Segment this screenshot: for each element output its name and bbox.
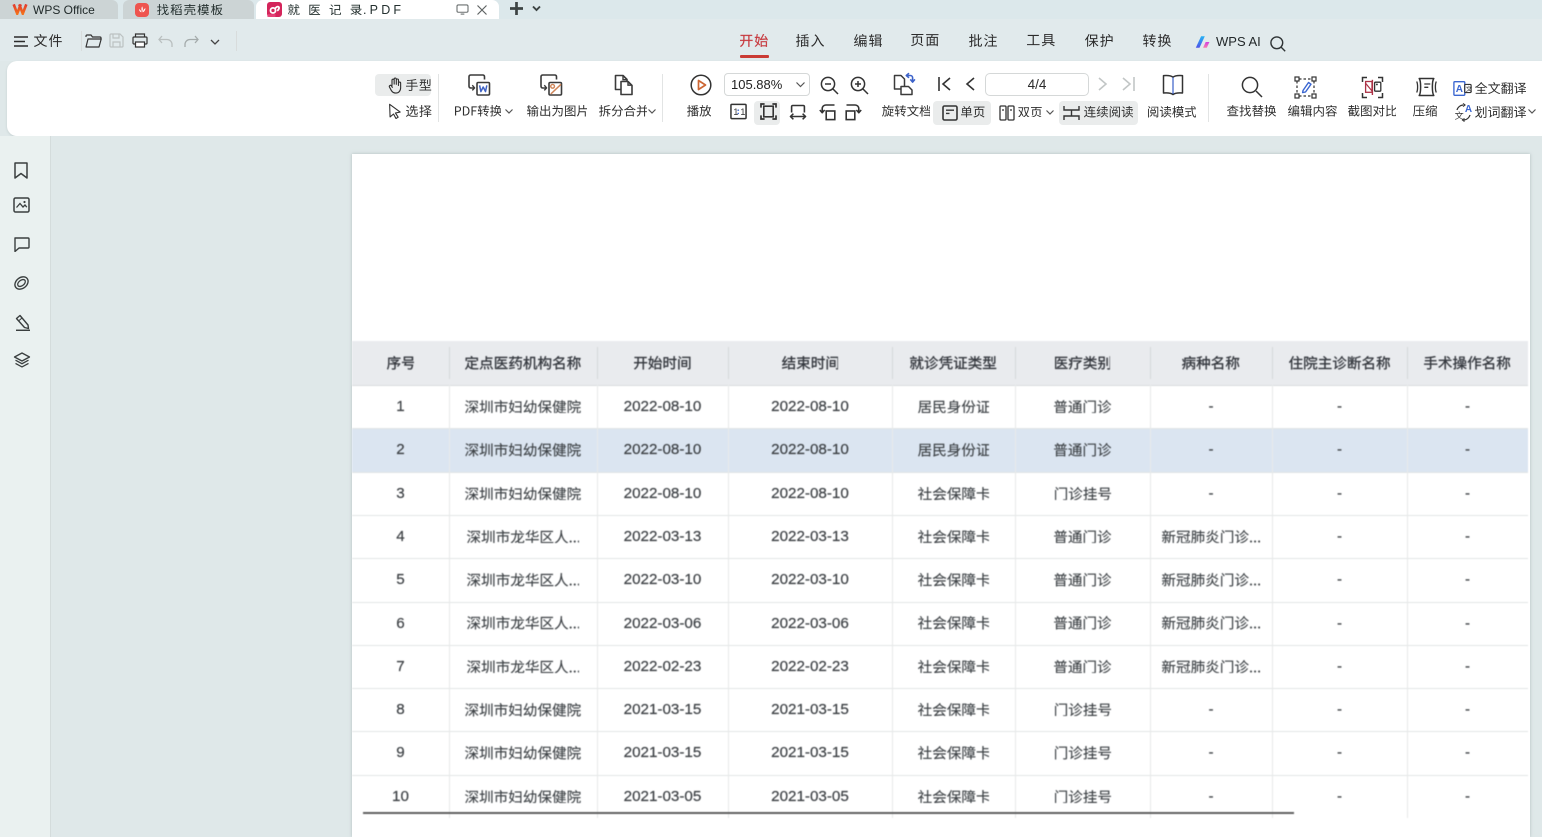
svg-text:1: 1 xyxy=(733,107,738,117)
svg-text:1: 1 xyxy=(740,107,745,117)
svg-text:A: A xyxy=(1456,84,1463,95)
svg-text:A: A xyxy=(1465,104,1472,115)
